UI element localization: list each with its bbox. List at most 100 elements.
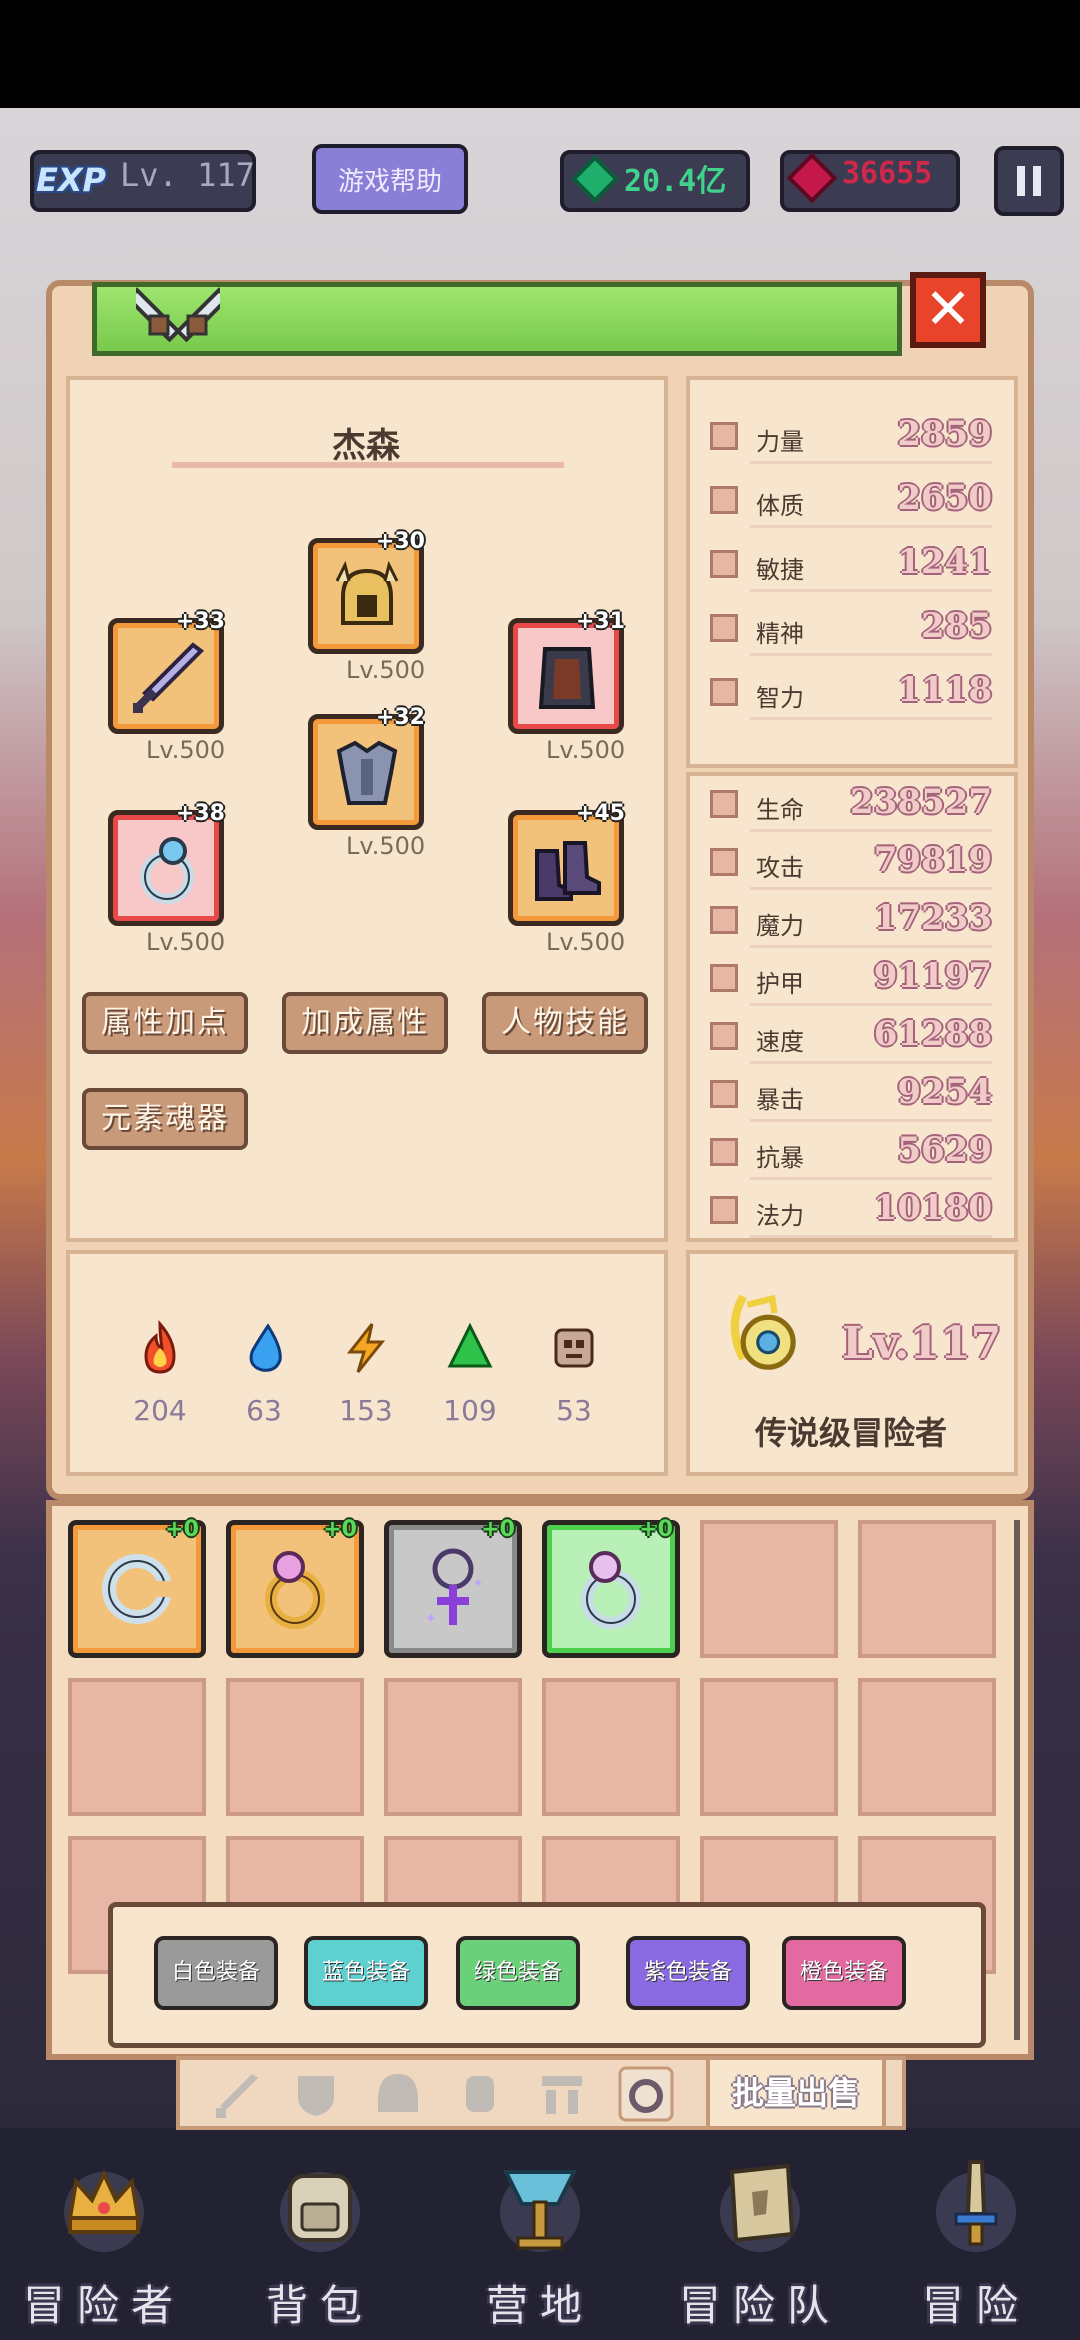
- enhance-level: +0: [639, 1517, 673, 1542]
- nav-backpack[interactable]: 背包: [220, 2150, 420, 2330]
- inventory-scrollbar[interactable]: [1014, 1520, 1020, 2040]
- filter-button[interactable]: 蓝色装备: [304, 1936, 428, 2010]
- tab-armor[interactable]: [288, 2066, 344, 2122]
- empty-slot[interactable]: [226, 1678, 364, 1816]
- stat-value: 238527: [850, 782, 992, 822]
- stat-divider: [750, 1003, 992, 1006]
- nav-adventurer[interactable]: 冒险者: [4, 2150, 204, 2330]
- stat-label: 法力: [756, 1202, 804, 1230]
- stat-row: 精神 285: [706, 606, 992, 656]
- empty-slot[interactable]: [68, 1678, 206, 1816]
- stat-divider: [750, 1235, 992, 1238]
- stat-value: 2650: [897, 478, 992, 518]
- equip-slot-helmet[interactable]: +30: [308, 529, 425, 654]
- stat-value: 1118: [897, 670, 992, 710]
- close-button[interactable]: ✕: [910, 272, 986, 348]
- player-level: Lv. 117: [120, 156, 255, 194]
- gold-ring-icon: [265, 1551, 325, 1629]
- attribute-points-button[interactable]: 属性加点: [82, 992, 248, 1054]
- stat-value: 61288: [873, 1014, 992, 1054]
- filter-button[interactable]: 紫色装备: [626, 1936, 750, 2010]
- equip-slot-armor[interactable]: +32: [308, 705, 425, 830]
- empty-slot[interactable]: [700, 1520, 838, 1658]
- stat-row: 体质 2650: [706, 478, 992, 528]
- filter-button[interactable]: 白色装备: [154, 1936, 278, 2010]
- equip-slot-cloak[interactable]: +31: [508, 609, 625, 734]
- filter-button[interactable]: 橙色装备: [782, 1936, 906, 2010]
- empty-slot[interactable]: [858, 1520, 996, 1658]
- empty-slot[interactable]: [858, 1678, 996, 1816]
- empty-slot[interactable]: [384, 1678, 522, 1816]
- equip-level: Lv.500: [546, 736, 626, 764]
- inventory-item[interactable]: +0: [68, 1517, 206, 1658]
- stat-divider: [750, 829, 992, 832]
- stat-divider: [750, 589, 992, 592]
- enhance-level: +0: [481, 1517, 515, 1542]
- pause-button[interactable]: [994, 146, 1064, 216]
- equip-slot-weapon[interactable]: +33: [108, 609, 225, 734]
- dark-element-icon: [554, 1328, 594, 1368]
- rank-medal-icon: [730, 1294, 796, 1370]
- stat-label: 力量: [756, 428, 804, 456]
- exp-icon: EXP: [36, 161, 106, 199]
- earth-element-value: 109: [443, 1394, 497, 1427]
- filter-button[interactable]: 绿色装备: [456, 1936, 580, 2010]
- bracelet-icon: [102, 1554, 173, 1624]
- stat-icon: [710, 964, 738, 992]
- tab-weapon[interactable]: [208, 2066, 264, 2122]
- camp-banner-icon: [500, 2170, 580, 2252]
- equip-level: Lv.500: [346, 832, 426, 860]
- lightning-element-value: 153: [339, 1394, 393, 1427]
- equip-slot-ring[interactable]: +38: [108, 801, 225, 926]
- nav-team[interactable]: 冒险队: [660, 2150, 860, 2330]
- stat-row: 速度 61288: [706, 1014, 992, 1064]
- stat-value: 17233: [873, 898, 992, 938]
- empty-slot[interactable]: [542, 1678, 680, 1816]
- equip-slot-boots[interactable]: +45: [508, 801, 625, 926]
- lightning-element-icon: [346, 1323, 386, 1373]
- tab-cloak[interactable]: [534, 2066, 590, 2122]
- book-icon: [720, 2163, 800, 2252]
- tab-ring[interactable]: [618, 2066, 674, 2122]
- enhance-level: +32: [375, 705, 425, 730]
- stat-divider: [750, 653, 992, 656]
- stat-icon: [710, 790, 738, 818]
- stat-row: 力量 2859: [706, 414, 992, 464]
- enhance-level: +30: [375, 529, 425, 554]
- bulk-sell-button[interactable]: 批量出售: [706, 2056, 886, 2130]
- stat-value: 5629: [897, 1130, 992, 1170]
- inventory-item[interactable]: +0: [226, 1517, 364, 1658]
- equip-level: Lv.500: [346, 656, 426, 684]
- stat-value: 285: [921, 606, 992, 646]
- nav-camp[interactable]: 营地: [440, 2150, 640, 2330]
- chestplate-icon: [336, 740, 398, 805]
- backpack-icon: [280, 2172, 360, 2252]
- stat-icon: [710, 848, 738, 876]
- dagger-icon: [936, 2160, 1016, 2252]
- stat-divider: [750, 525, 992, 528]
- inventory-item[interactable]: ✦ ✦ +0: [384, 1517, 522, 1658]
- nav-label: 背包: [265, 2281, 374, 2330]
- stat-divider: [750, 717, 992, 720]
- game-help-button[interactable]: 游戏帮助: [312, 144, 468, 214]
- bonus-attributes-button[interactable]: 加成属性: [282, 992, 448, 1054]
- rank-title: 传说级冒险者: [754, 1414, 947, 1452]
- stat-icon: [710, 550, 738, 578]
- tab-accessory[interactable]: [452, 2066, 508, 2122]
- stat-icon: [710, 678, 738, 706]
- inventory-item[interactable]: +0: [542, 1517, 680, 1658]
- stat-value: 10180: [873, 1188, 992, 1228]
- character-skills-button[interactable]: 人物技能: [482, 992, 648, 1054]
- stat-label: 精神: [756, 620, 804, 648]
- stat-label: 体质: [756, 492, 804, 520]
- element-soul-button[interactable]: 元素魂器: [82, 1088, 248, 1150]
- ruby-amount: 36655: [842, 156, 933, 191]
- tab-helmet[interactable]: [370, 2066, 426, 2122]
- stat-label: 敏捷: [756, 556, 804, 584]
- stat-row: 生命 238527: [706, 782, 992, 832]
- stat-row: 攻击 79819: [706, 840, 992, 890]
- nav-adventure[interactable]: 冒险: [876, 2150, 1076, 2330]
- water-element-value: 63: [246, 1394, 282, 1427]
- svg-text:✦: ✦: [473, 1576, 483, 1590]
- empty-slot[interactable]: [700, 1678, 838, 1816]
